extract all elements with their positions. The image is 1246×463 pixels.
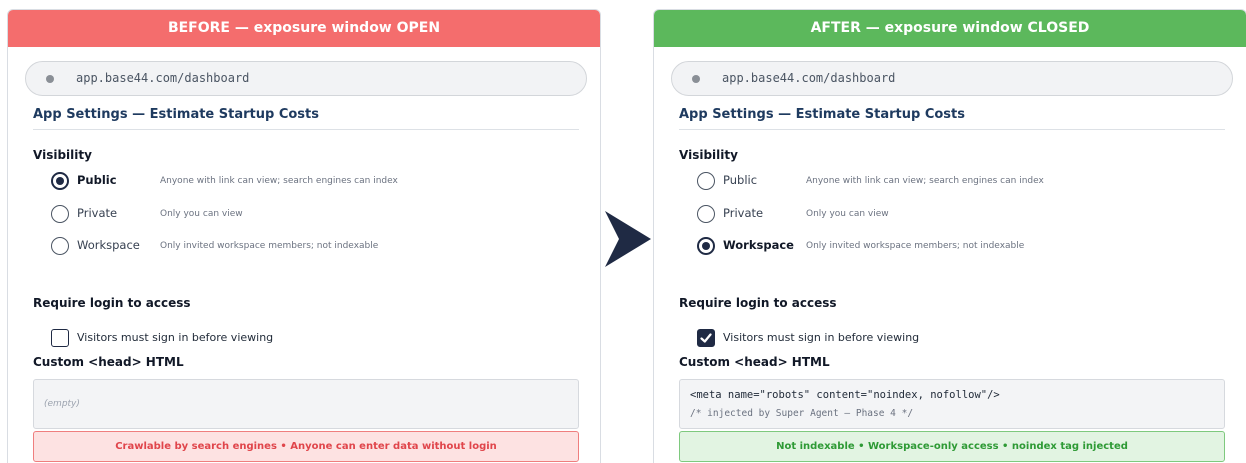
radio-option-workspace[interactable]: Workspace Only invited workspace members… — [697, 237, 1217, 257]
custom-head-label: Custom <head> HTML — [33, 355, 184, 369]
checkmark-icon — [700, 333, 712, 343]
radio-public[interactable] — [697, 172, 715, 190]
url-text: app.base44.com/dashboard — [722, 71, 896, 85]
code-empty-placeholder: (empty) — [44, 399, 80, 409]
radio-label-private: Private — [77, 206, 118, 220]
app-settings-title: App Settings — Estimate Startup Costs — [679, 107, 965, 122]
radio-private[interactable] — [51, 205, 69, 223]
require-login-label: Require login to access — [33, 296, 191, 310]
radio-workspace[interactable] — [697, 237, 715, 255]
divider — [679, 129, 1225, 130]
code-meta-line: <meta name="robots" content="noindex, no… — [690, 389, 1000, 401]
before-panel: BEFORE — exposure window OPEN app.base44… — [7, 9, 601, 463]
radio-private[interactable] — [697, 205, 715, 223]
visibility-label: Visibility — [33, 148, 92, 162]
app-settings-title: App Settings — Estimate Startup Costs — [33, 107, 319, 122]
custom-head-editor[interactable]: (empty) — [33, 379, 579, 429]
radio-desc-private: Only you can view — [160, 209, 243, 219]
radio-option-public[interactable]: Public Anyone with link can view; search… — [697, 172, 1217, 192]
radio-option-workspace[interactable]: Workspace Only invited workspace members… — [51, 237, 571, 257]
radio-label-private: Private — [723, 206, 764, 220]
radio-workspace[interactable] — [51, 237, 69, 255]
after-panel: AFTER — exposure window CLOSED app.base4… — [653, 9, 1246, 463]
custom-head-editor[interactable]: <meta name="robots" content="noindex, no… — [679, 379, 1225, 429]
radio-option-private[interactable]: Private Only you can view — [697, 205, 1217, 225]
radio-desc-workspace: Only invited workspace members; not inde… — [806, 241, 1025, 251]
login-checkbox-row[interactable]: Visitors must sign in before viewing — [697, 329, 1097, 349]
radio-label-workspace: Workspace — [77, 238, 140, 252]
radio-label-public: Public — [77, 173, 117, 187]
status-bar: Not indexable • Workspace-only access • … — [679, 431, 1225, 462]
address-bar[interactable]: app.base44.com/dashboard — [671, 61, 1233, 96]
radio-desc-private: Only you can view — [806, 209, 889, 219]
code-comment-line: /* injected by Super Agent — Phase 4 */ — [690, 408, 914, 419]
address-bar[interactable]: app.base44.com/dashboard — [25, 61, 587, 96]
divider — [33, 129, 579, 130]
login-checkbox[interactable] — [51, 329, 69, 347]
radio-desc-public: Anyone with link can view; search engine… — [160, 176, 398, 186]
visibility-label: Visibility — [679, 148, 738, 162]
url-text: app.base44.com/dashboard — [76, 71, 250, 85]
login-checkbox-label: Visitors must sign in before viewing — [723, 331, 920, 344]
radio-desc-public: Anyone with link can view; search engine… — [806, 176, 1044, 186]
radio-public[interactable] — [51, 172, 69, 190]
dot-icon — [692, 75, 700, 83]
radio-desc-workspace: Only invited workspace members; not inde… — [160, 241, 379, 251]
radio-label-workspace: Workspace — [723, 238, 794, 252]
arrow-right-icon — [605, 211, 651, 267]
after-banner: AFTER — exposure window CLOSED — [654, 10, 1246, 47]
radio-option-private[interactable]: Private Only you can view — [51, 205, 571, 225]
radio-label-public: Public — [723, 173, 758, 187]
login-checkbox[interactable] — [697, 329, 715, 347]
radio-option-public[interactable]: Public Anyone with link can view; search… — [51, 172, 571, 192]
login-checkbox-row[interactable]: Visitors must sign in before viewing — [51, 329, 451, 349]
status-bar: Crawlable by search engines • Anyone can… — [33, 431, 579, 462]
before-banner: BEFORE — exposure window OPEN — [8, 10, 600, 47]
require-login-label: Require login to access — [679, 296, 837, 310]
dot-icon — [46, 75, 54, 83]
custom-head-label: Custom <head> HTML — [679, 355, 830, 369]
login-checkbox-label: Visitors must sign in before viewing — [77, 331, 274, 344]
